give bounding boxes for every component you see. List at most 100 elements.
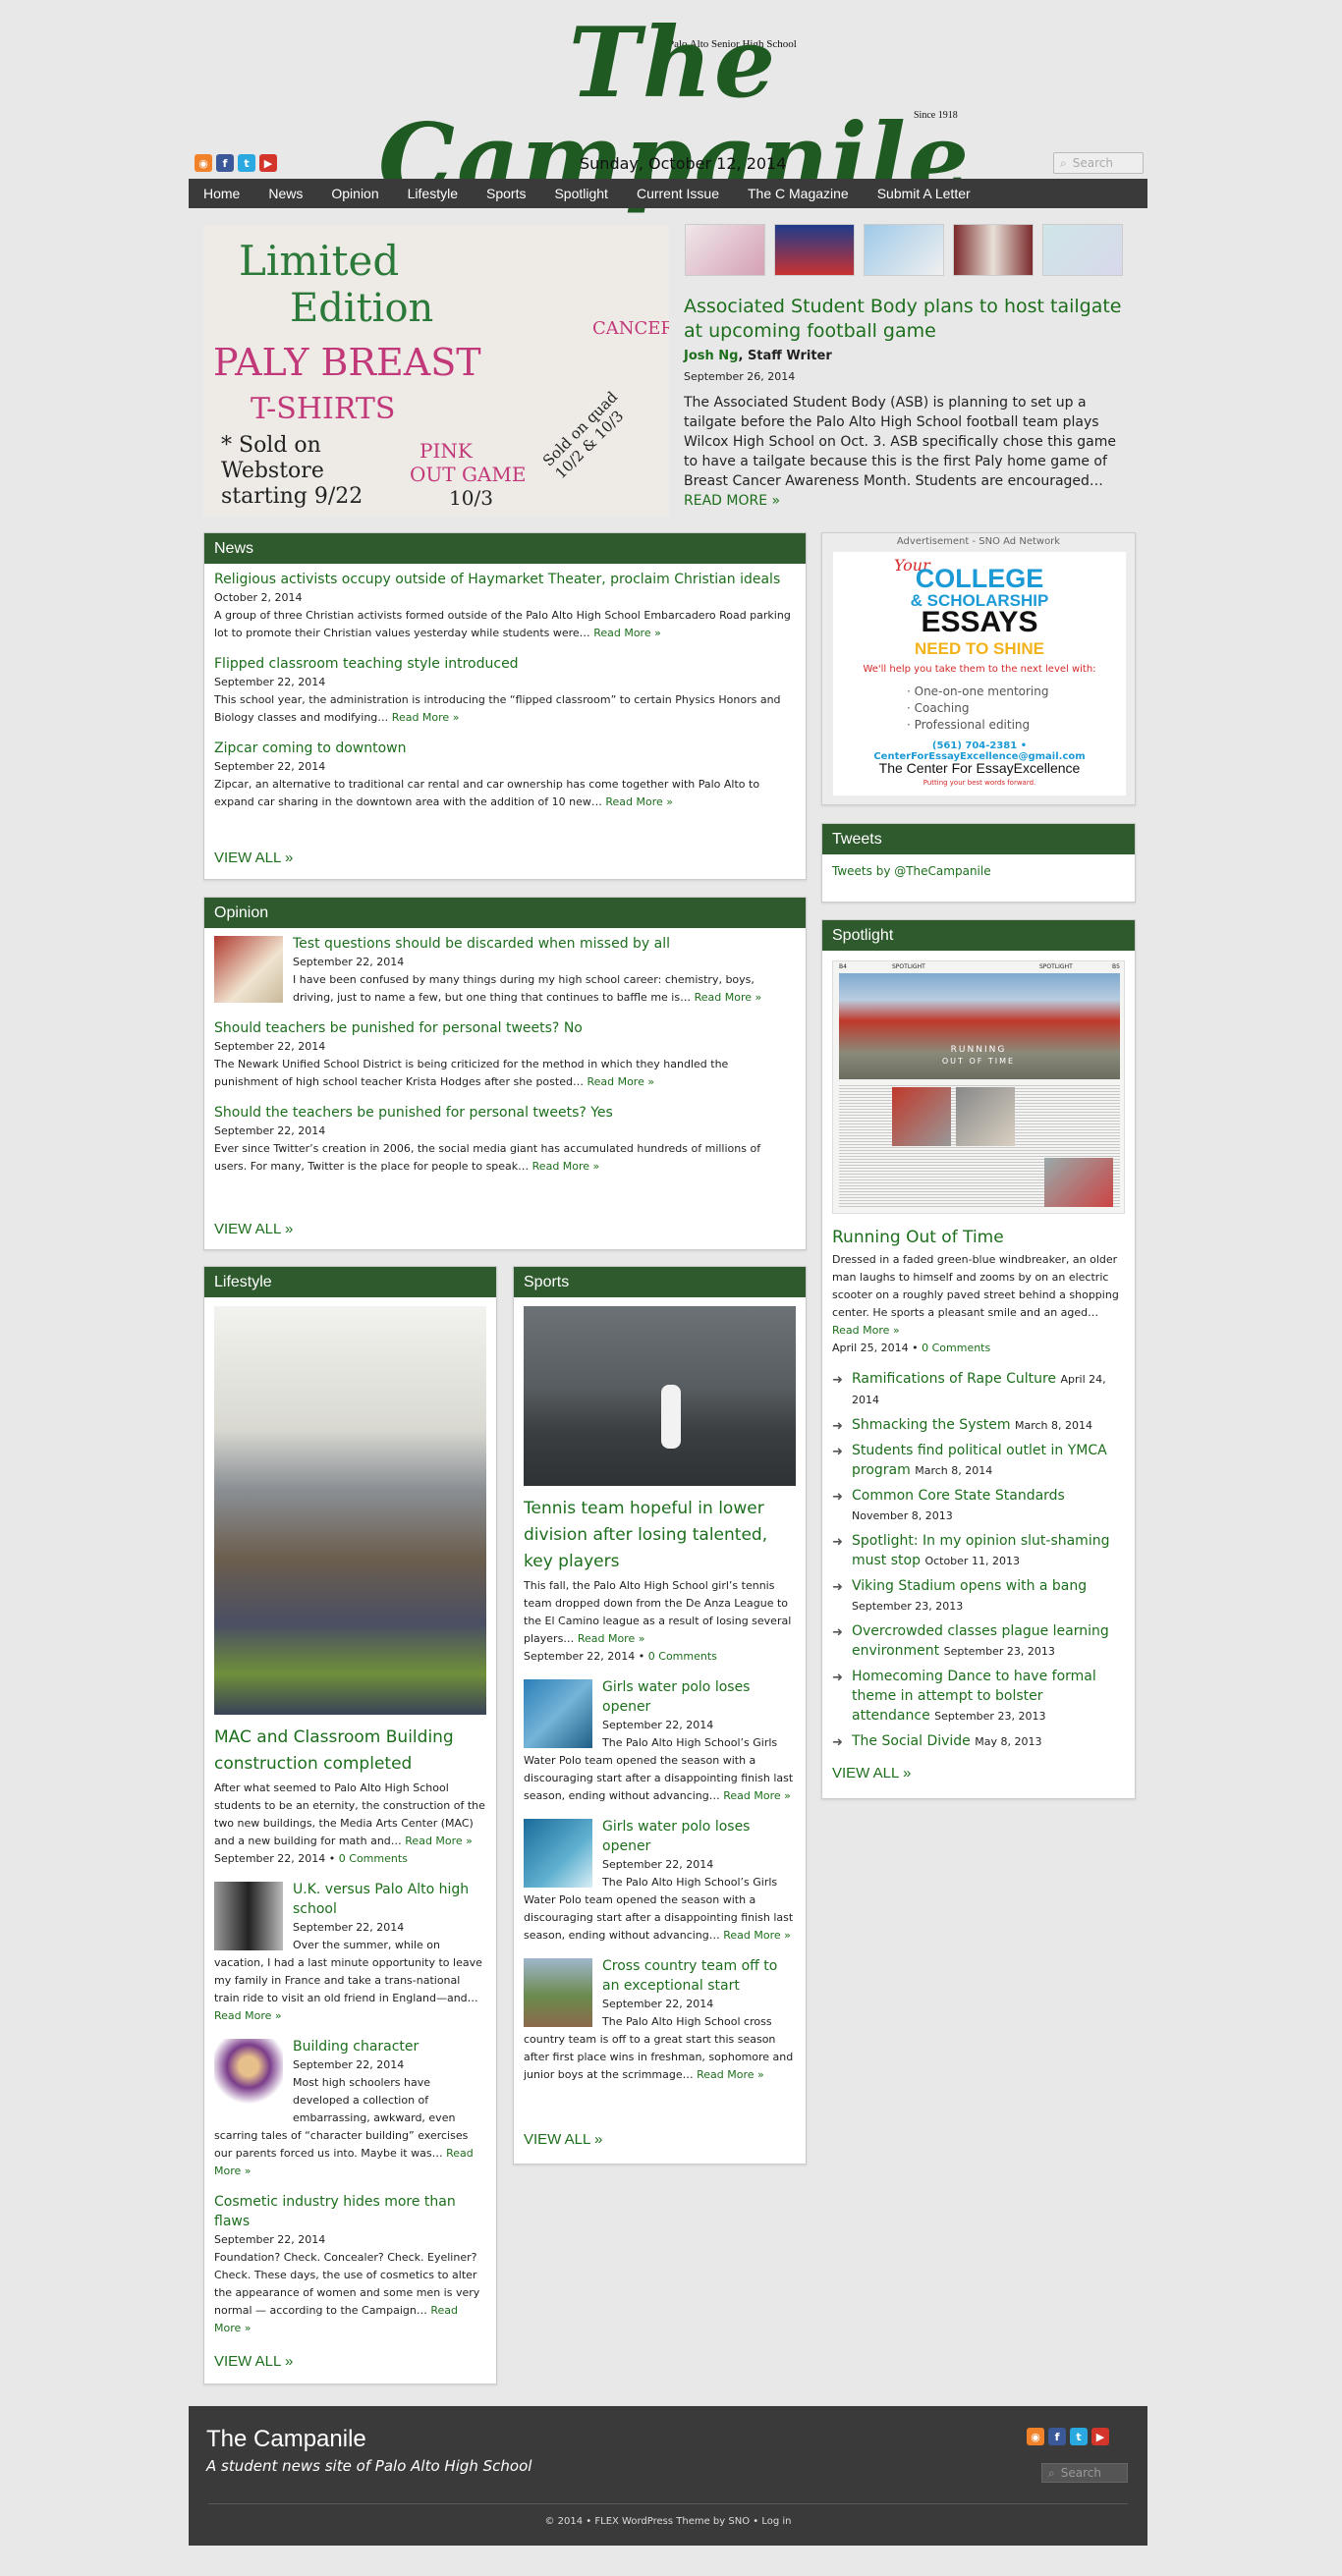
item-title[interactable]: Flipped classroom teaching style introdu… bbox=[214, 654, 796, 674]
featured-read-more[interactable]: READ MORE bbox=[684, 493, 767, 509]
item-thumbnail[interactable] bbox=[214, 2039, 283, 2108]
footer-search-input[interactable]: ⌕ Search bbox=[1041, 2463, 1128, 2483]
comments-link[interactable]: 0 Comments bbox=[648, 1650, 717, 1663]
read-more-link[interactable]: Read More » bbox=[593, 627, 661, 639]
item-title[interactable]: Cosmetic industry hides more than flaws bbox=[214, 2192, 486, 2231]
sports-lead-image[interactable] bbox=[524, 1306, 796, 1486]
item-title[interactable]: Viking Stadium opens with a bang bbox=[852, 1578, 1087, 1594]
lifestyle-view-all[interactable]: VIEW ALL » bbox=[214, 2353, 293, 2370]
lifestyle-lead-image[interactable] bbox=[214, 1306, 486, 1715]
spotlight-widget: Spotlight B4 SPOTLIGHT SPOTLIGHT B5 RUNN… bbox=[821, 919, 1136, 1799]
nav-item-current-issue[interactable]: Current Issue bbox=[637, 186, 719, 201]
item-thumbnail[interactable] bbox=[214, 936, 283, 1003]
thumbnail[interactable] bbox=[774, 224, 855, 276]
thumbnail[interactable] bbox=[864, 224, 944, 276]
item-thumbnail[interactable] bbox=[524, 1819, 592, 1888]
item-thumbnail[interactable] bbox=[214, 1882, 283, 1950]
opinion-view-all[interactable]: VIEW ALL » bbox=[214, 1221, 293, 1237]
sports-header[interactable]: Sports bbox=[514, 1267, 806, 1297]
item-title[interactable]: The Social Divide bbox=[852, 1733, 971, 1749]
nav-item-opinion[interactable]: Opinion bbox=[331, 186, 378, 201]
lifestyle-header[interactable]: Lifestyle bbox=[204, 1267, 496, 1297]
nav-item-lifestyle[interactable]: Lifestyle bbox=[408, 186, 458, 201]
item-title[interactable]: Ramifications of Rape Culture bbox=[852, 1371, 1056, 1387]
image-text: B4 bbox=[839, 963, 847, 970]
tweets-header[interactable]: Tweets bbox=[822, 824, 1135, 854]
arrow-right-icon: ➜ bbox=[832, 1671, 843, 1685]
item-title[interactable]: Test questions should be discarded when … bbox=[293, 934, 796, 954]
item-date: September 23, 2013 bbox=[943, 1645, 1055, 1658]
read-more-link[interactable]: Read More » bbox=[587, 1075, 654, 1088]
item-text: Zipcar, an alternative to traditional ca… bbox=[214, 778, 760, 808]
read-more-link[interactable]: Read More » bbox=[214, 2009, 282, 2022]
news-view-all[interactable]: VIEW ALL » bbox=[214, 850, 293, 866]
item-thumbnail[interactable] bbox=[524, 1958, 592, 2027]
read-more-link[interactable]: Read More » bbox=[832, 1322, 1125, 1340]
item-title[interactable]: Shmacking the System bbox=[852, 1417, 1011, 1433]
nav-item-news[interactable]: News bbox=[268, 186, 303, 201]
nav-item-c-magazine[interactable]: The C Magazine bbox=[748, 186, 849, 201]
ad-contact: (561) 704-2381 • CenterForEssayExcellenc… bbox=[873, 740, 1086, 762]
item-title[interactable]: Religious activists occupy outside of Ha… bbox=[214, 570, 796, 589]
item-text: This school year, the administration is … bbox=[214, 693, 781, 724]
comments-link[interactable]: 0 Comments bbox=[922, 1342, 990, 1354]
thumbnail[interactable] bbox=[685, 224, 765, 276]
ad-banner[interactable]: Your COLLEGE & SCHOLARSHIP ESSAYS NEED T… bbox=[832, 551, 1127, 796]
footer-title[interactable]: The Campanile bbox=[206, 2426, 366, 2453]
facebook-icon[interactable]: f bbox=[1048, 2428, 1066, 2445]
featured-author[interactable]: Josh Ng bbox=[684, 349, 738, 363]
featured-title[interactable]: Associated Student Body plans to host ta… bbox=[684, 295, 1122, 344]
news-header[interactable]: News bbox=[204, 533, 806, 564]
sports-view-all[interactable]: VIEW ALL » bbox=[524, 2131, 602, 2148]
spotlight-header[interactable]: Spotlight bbox=[822, 920, 1135, 951]
nav-item-spotlight[interactable]: Spotlight bbox=[554, 186, 607, 201]
sports-lead-title[interactable]: Tennis team hopeful in lower division af… bbox=[524, 1496, 796, 1575]
spotlight-list: ➜ Ramifications of Rape Culture April 24,… bbox=[832, 1369, 1125, 1752]
item-date: September 23, 2013 bbox=[934, 1710, 1046, 1723]
read-more-link[interactable]: Read More » bbox=[723, 1929, 791, 1942]
read-more-link[interactable]: Read More » bbox=[532, 1160, 600, 1173]
rss-icon[interactable]: ◉ bbox=[195, 154, 212, 172]
search-input[interactable]: ⌕ Search bbox=[1053, 152, 1144, 174]
nav-item-submit-letter[interactable]: Submit A Letter bbox=[877, 186, 971, 201]
facebook-icon[interactable]: f bbox=[216, 154, 234, 172]
nav-item-home[interactable]: Home bbox=[203, 186, 240, 201]
image-text: Sold on quad 10/2 & 10/3 bbox=[538, 388, 628, 483]
item-thumbnail[interactable] bbox=[524, 1679, 592, 1748]
arrow-right-icon: ➜ bbox=[832, 1373, 843, 1388]
featured-image[interactable]: Limited Edition PALY BREAST CANCER T-SHI… bbox=[203, 225, 669, 517]
spotlight-lead-title[interactable]: Running Out of Time bbox=[832, 1226, 1125, 1249]
spotlight-image[interactable]: B4 SPOTLIGHT SPOTLIGHT B5 RUNNING OUT OF… bbox=[832, 960, 1125, 1214]
twitter-icon[interactable]: t bbox=[238, 154, 255, 172]
ad-text: We'll help you take them to the next lev… bbox=[863, 664, 1096, 675]
ad-text: COLLEGE bbox=[915, 564, 1044, 593]
item-title[interactable]: Zipcar coming to downtown bbox=[214, 739, 796, 758]
opinion-widget: Opinion Test questions should be discard… bbox=[203, 897, 807, 1250]
ad-label: Advertisement - SNO Ad Network bbox=[896, 536, 1061, 547]
list-item: Cosmetic industry hides more than flaws … bbox=[214, 2192, 486, 2337]
read-more-link[interactable]: Read More » bbox=[723, 1789, 791, 1802]
item-title[interactable]: Should teachers be punished for personal… bbox=[214, 1018, 796, 1038]
read-more-link[interactable]: Read More » bbox=[405, 1835, 473, 1847]
lifestyle-lead-title[interactable]: MAC and Classroom Building construction … bbox=[214, 1725, 486, 1778]
read-more-link[interactable]: Read More » bbox=[605, 795, 673, 808]
youtube-icon[interactable]: ▶ bbox=[259, 154, 277, 172]
thumbnail[interactable] bbox=[1042, 224, 1123, 276]
twitter-icon[interactable]: t bbox=[1070, 2428, 1088, 2445]
chevron-right-icon: » bbox=[767, 493, 781, 509]
opinion-header[interactable]: Opinion bbox=[204, 898, 806, 928]
read-more-link[interactable]: Read More » bbox=[697, 2068, 764, 2081]
read-more-link[interactable]: Read More » bbox=[578, 1632, 645, 1645]
item-title[interactable]: Common Core State Standards bbox=[852, 1488, 1065, 1504]
nav-item-sports[interactable]: Sports bbox=[486, 186, 526, 201]
read-more-link[interactable]: Read More » bbox=[392, 711, 460, 724]
tweets-link[interactable]: Tweets by @TheCampanile bbox=[822, 854, 1135, 888]
rss-icon[interactable]: ◉ bbox=[1027, 2428, 1044, 2445]
thumbnail[interactable] bbox=[953, 224, 1034, 276]
youtube-icon[interactable]: ▶ bbox=[1091, 2428, 1109, 2445]
featured-excerpt: The Associated Student Body (ASB) is pla… bbox=[684, 393, 1122, 511]
read-more-link[interactable]: Read More » bbox=[695, 991, 762, 1004]
comments-link[interactable]: 0 Comments bbox=[339, 1852, 408, 1865]
spotlight-view-all[interactable]: VIEW ALL » bbox=[832, 1765, 911, 1781]
item-title[interactable]: Should the teachers be punished for pers… bbox=[214, 1103, 796, 1123]
